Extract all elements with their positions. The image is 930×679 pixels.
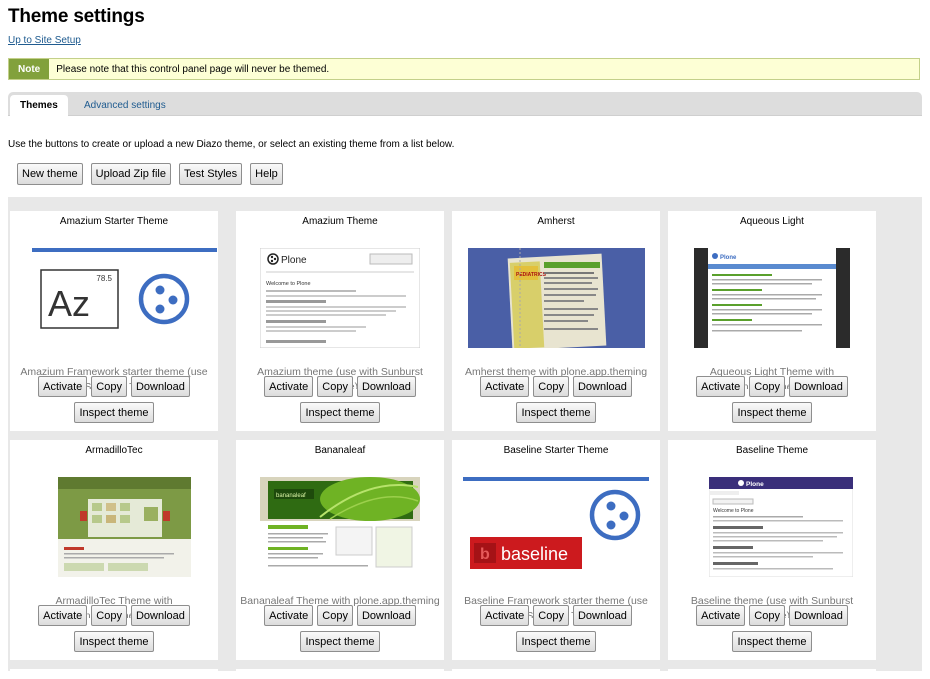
- activate-button[interactable]: Activate: [480, 376, 530, 397]
- theme-actions: Activate Copy Download: [10, 376, 218, 397]
- inspect-theme-button[interactable]: Inspect theme: [732, 402, 812, 423]
- download-button[interactable]: Download: [788, 605, 848, 626]
- activate-button[interactable]: Activate: [696, 376, 746, 397]
- theme-title: ArmadilloTec: [85, 445, 143, 456]
- theme-grid: Amazium Starter Theme 78.5 Az Amazium Fr…: [8, 197, 922, 679]
- activate-button[interactable]: Activate: [696, 605, 746, 626]
- theme-thumbnail: [58, 477, 191, 577]
- copy-button[interactable]: Copy: [749, 605, 785, 626]
- theme-actions: Activate Copy Download: [668, 376, 876, 397]
- copy-button[interactable]: Copy: [749, 376, 785, 397]
- download-button[interactable]: Download: [130, 605, 190, 626]
- download-button[interactable]: Download: [130, 376, 190, 397]
- page-title: Theme settings: [8, 6, 145, 27]
- test-styles-button[interactable]: Test Styles: [178, 163, 243, 185]
- copy-button[interactable]: Copy: [533, 605, 569, 626]
- download-button[interactable]: Download: [356, 605, 416, 626]
- copy-button[interactable]: Copy: [533, 376, 569, 397]
- baseline-theme-logo: Plone: [746, 481, 764, 488]
- inspect-theme-button[interactable]: Inspect theme: [74, 402, 154, 423]
- az-letters: Az: [48, 283, 90, 324]
- activate-button[interactable]: Activate: [38, 605, 88, 626]
- up-to-site-setup-link[interactable]: Up to Site Setup: [8, 35, 81, 46]
- theme-card-amazium-starter: Amazium Starter Theme 78.5 Az Amazium Fr…: [10, 211, 218, 431]
- baseline-theme-welcome: Welcome to Plone: [713, 508, 754, 514]
- theme-thumbnail: 78.5 Az: [32, 248, 217, 348]
- intro-text: Use the buttons to create or upload a ne…: [8, 139, 455, 150]
- theme-title: Baseline Starter Theme: [503, 445, 609, 456]
- download-button[interactable]: Download: [572, 376, 632, 397]
- tab-themes[interactable]: Themes: [10, 95, 68, 116]
- theme-card-baseline: Baseline Theme Plone Welcome to Plone Ba…: [668, 440, 876, 660]
- activate-button[interactable]: Activate: [264, 605, 314, 626]
- theme-card-armadillotec: ArmadilloTec ArmadilloTec Theme with Act…: [10, 440, 218, 660]
- theme-card-amazium: Amazium Theme Plone Welcome to Plone Ama…: [236, 211, 444, 431]
- inspect-theme-button[interactable]: Inspect theme: [516, 402, 596, 423]
- activate-button[interactable]: Activate: [480, 605, 530, 626]
- amherst-badge: PEDIATRICS: [516, 272, 547, 278]
- download-button[interactable]: Download: [788, 376, 848, 397]
- inspect-theme-button[interactable]: Inspect theme: [732, 631, 812, 652]
- download-button[interactable]: Download: [572, 605, 632, 626]
- baseline-b: b: [480, 546, 490, 563]
- theme-thumbnail: b baseline: [463, 477, 649, 577]
- activate-button[interactable]: Activate: [264, 376, 314, 397]
- theme-actions: Activate Copy Download: [452, 605, 660, 626]
- theme-thumbnail: Plone: [694, 248, 850, 348]
- theme-thumbnail: bananaleaf: [260, 477, 420, 577]
- theme-card-aqueous-light: Aqueous Light Plone Aqueous Light Theme …: [668, 211, 876, 431]
- copy-button[interactable]: Copy: [91, 376, 127, 397]
- theme-toolbar: New theme Upload Zip file Test Styles He…: [17, 163, 283, 185]
- plone-word: Plone: [281, 255, 307, 266]
- inspect-theme-button[interactable]: Inspect theme: [74, 631, 154, 652]
- theme-thumbnail: Plone Welcome to Plone: [260, 248, 420, 348]
- theme-card-baseline-starter: Baseline Starter Theme b baseline Baseli…: [452, 440, 660, 660]
- help-button[interactable]: Help: [250, 163, 283, 185]
- upload-zip-button[interactable]: Upload Zip file: [90, 163, 171, 185]
- tab-bar: Themes Advanced settings: [8, 92, 922, 116]
- theme-title: Baseline Theme: [735, 445, 809, 456]
- theme-actions: Activate Copy Download: [452, 376, 660, 397]
- note-text: Please note that this control panel page…: [56, 63, 330, 75]
- inspect-theme-button[interactable]: Inspect theme: [300, 631, 380, 652]
- aqueous-logo: Plone: [720, 255, 737, 261]
- copy-button[interactable]: Copy: [91, 605, 127, 626]
- az-number: 78.5: [96, 274, 112, 283]
- download-button[interactable]: Download: [356, 376, 416, 397]
- plone-welcome: Welcome to Plone: [266, 281, 311, 287]
- theme-thumbnail: Plone Welcome to Plone: [709, 477, 853, 577]
- theme-actions: Activate Copy Download: [236, 376, 444, 397]
- theme-actions: Activate Copy Download: [236, 605, 444, 626]
- new-theme-button[interactable]: New theme: [17, 163, 83, 185]
- tab-advanced-settings[interactable]: Advanced settings: [74, 95, 176, 116]
- theme-actions: Activate Copy Download: [10, 605, 218, 626]
- baseline-word: baseline: [501, 544, 568, 564]
- inspect-theme-button[interactable]: Inspect theme: [516, 631, 596, 652]
- copy-button[interactable]: Copy: [317, 605, 353, 626]
- theme-title: Amazium Theme: [302, 216, 378, 227]
- note-label: Note: [9, 59, 50, 79]
- theme-actions: Activate Copy Download: [668, 605, 876, 626]
- activate-button[interactable]: Activate: [38, 376, 88, 397]
- copy-button[interactable]: Copy: [317, 376, 353, 397]
- bananaleaf-logo: bananaleaf: [276, 493, 306, 499]
- inspect-theme-button[interactable]: Inspect theme: [300, 402, 380, 423]
- theme-title: Bananaleaf: [314, 445, 366, 456]
- theme-thumbnail: PEDIATRICS: [468, 248, 645, 348]
- theme-card-amherst: Amherst PEDIATRICS Amherst theme with pl…: [452, 211, 660, 431]
- theme-card-bananaleaf: Bananaleaf bananaleaf Bananaleaf Theme w…: [236, 440, 444, 660]
- theme-title: Amherst: [537, 216, 575, 227]
- note-banner: Note Please note that this control panel…: [8, 58, 920, 80]
- theme-title: Aqueous Light: [740, 216, 804, 227]
- theme-title: Amazium Starter Theme: [59, 216, 169, 227]
